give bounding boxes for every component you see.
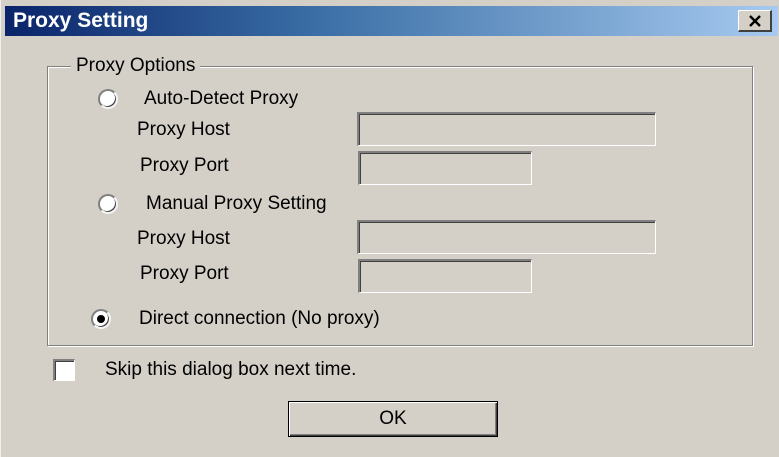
skip-dialog-checkbox[interactable]	[53, 359, 75, 381]
manual-proxy-host-input[interactable]	[357, 220, 656, 254]
auto-proxy-port-label: Proxy Port	[140, 155, 229, 176]
skip-dialog-label[interactable]: Skip this dialog box next time.	[105, 358, 356, 382]
auto-detect-proxy-label[interactable]: Auto-Detect Proxy	[144, 87, 298, 111]
direct-connection-radio[interactable]	[91, 309, 111, 329]
manual-proxy-setting-label[interactable]: Manual Proxy Setting	[146, 192, 327, 216]
proxy-setting-dialog: Proxy Setting Proxy Options Auto-Detect …	[0, 0, 779, 457]
direct-connection-label[interactable]: Direct connection (No proxy)	[139, 307, 380, 331]
close-icon	[748, 14, 761, 27]
manual-proxy-port-input[interactable]	[358, 259, 532, 293]
auto-proxy-port-input[interactable]	[358, 151, 532, 185]
proxy-options-legend: Proxy Options	[71, 54, 201, 78]
radio-selected-dot	[97, 315, 105, 323]
manual-proxy-host-label: Proxy Host	[137, 228, 230, 249]
manual-proxy-port-label: Proxy Port	[140, 263, 229, 284]
auto-detect-proxy-radio[interactable]	[98, 89, 118, 109]
window-title: Proxy Setting	[13, 9, 149, 32]
manual-proxy-setting-radio[interactable]	[98, 194, 118, 214]
ok-button[interactable]: OK	[288, 401, 498, 437]
auto-proxy-host-input[interactable]	[357, 112, 656, 146]
title-bar[interactable]: Proxy Setting	[5, 6, 778, 36]
close-button[interactable]	[738, 10, 772, 32]
auto-proxy-host-label: Proxy Host	[137, 119, 230, 140]
